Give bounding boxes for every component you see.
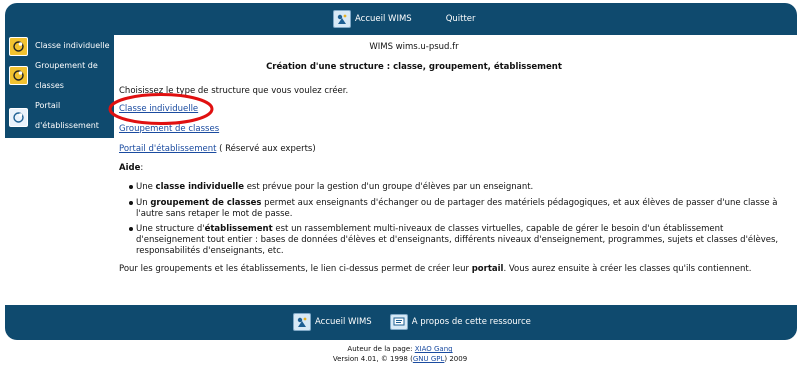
sidebar: Classe individuelle Groupement de classe… (5, 35, 114, 138)
aide-heading: Aide (119, 163, 141, 173)
closing-paragraph: Pour les groupements et les établissemen… (119, 264, 789, 274)
group-icon (9, 66, 28, 85)
host-name: WIMS wims.u-psud.fr (369, 42, 459, 52)
link-groupement-classes[interactable]: Groupement de classes (119, 124, 219, 134)
author-line: Auteur de la page: XIAO Gang (0, 344, 800, 354)
wims-home-icon (293, 313, 311, 331)
license-link[interactable]: GNU GPL (413, 355, 445, 363)
bullet-text: Un (136, 198, 151, 208)
version-prefix: Version 4.01, © 1998 ( (332, 355, 413, 363)
portal-icon (9, 108, 28, 127)
sidebar-item-label: Classe individuelle (35, 41, 110, 50)
sidebar-item-label: d'établissement (35, 121, 99, 130)
bullet-bold: établissement (204, 224, 273, 234)
list-item: Un groupement de classes permet aux ense… (129, 198, 786, 220)
top-nav-bar: Accueil WIMS Quitter (5, 3, 797, 35)
portail-note: ( Réservé aux experts) (219, 144, 316, 154)
bullet-text: Une structure d' (136, 224, 205, 234)
quit-link[interactable]: Quitter (446, 14, 476, 24)
bullet-text: est prévue pour la gestion d'un groupe d… (244, 182, 534, 192)
list-item: Une structure d'établissement est un ras… (129, 224, 786, 257)
credits: Auteur de la page: XIAO Gang Version 4.0… (0, 344, 800, 364)
home-label: Accueil WIMS (355, 14, 412, 24)
footer-home-link[interactable]: Accueil WIMS (293, 313, 372, 331)
list-item: Une classe individuelle est prévue pour … (129, 182, 786, 193)
closing-text: . Vous aurez ensuite à créer les classes… (503, 264, 752, 274)
home-link[interactable]: Accueil WIMS (333, 10, 412, 28)
intro-text: Choisissez le type de structure que vous… (119, 86, 349, 96)
author-prefix: Auteur de la page: (347, 345, 415, 353)
sidebar-item-label: Portail (35, 101, 61, 110)
version-suffix: ) 2009 (444, 355, 468, 363)
page-title: Création d'une structure : classe, group… (266, 62, 562, 72)
top-nav: Accueil WIMS Quitter (333, 9, 476, 29)
closing-text: Pour les groupements et les établissemen… (119, 264, 472, 274)
bullet-dot (129, 227, 133, 231)
class-icon (9, 37, 28, 56)
about-icon (389, 314, 408, 330)
bullet-bold: classe individuelle (155, 182, 244, 192)
bullet-dot (129, 185, 133, 189)
footer-home-label: Accueil WIMS (315, 317, 372, 327)
closing-bold: portail (471, 264, 504, 274)
version-line: Version 4.01, © 1998 (GNU GPL) 2009 (0, 354, 800, 364)
sidebar-item-label: classes (35, 81, 64, 90)
footer-bar: Accueil WIMS A propos de cette ressource (5, 305, 797, 340)
aide-colon: : (140, 163, 144, 173)
footer-nav: Accueil WIMS A propos de cette ressource (293, 313, 531, 331)
about-resource-link[interactable]: A propos de cette ressource (389, 314, 531, 330)
link-portail-etablissement[interactable]: Portail d'établissement (119, 144, 216, 154)
sidebar-item-label: Groupement de (35, 61, 98, 70)
wims-home-icon (333, 10, 351, 28)
about-label: A propos de cette ressource (411, 317, 531, 327)
bullet-bold: groupement de classes (150, 198, 262, 208)
bullet-dot (129, 201, 133, 205)
link-classe-individuelle[interactable]: Classe individuelle (119, 104, 198, 114)
bullet-text: Une (136, 182, 156, 192)
author-link[interactable]: XIAO Gang (415, 345, 453, 353)
